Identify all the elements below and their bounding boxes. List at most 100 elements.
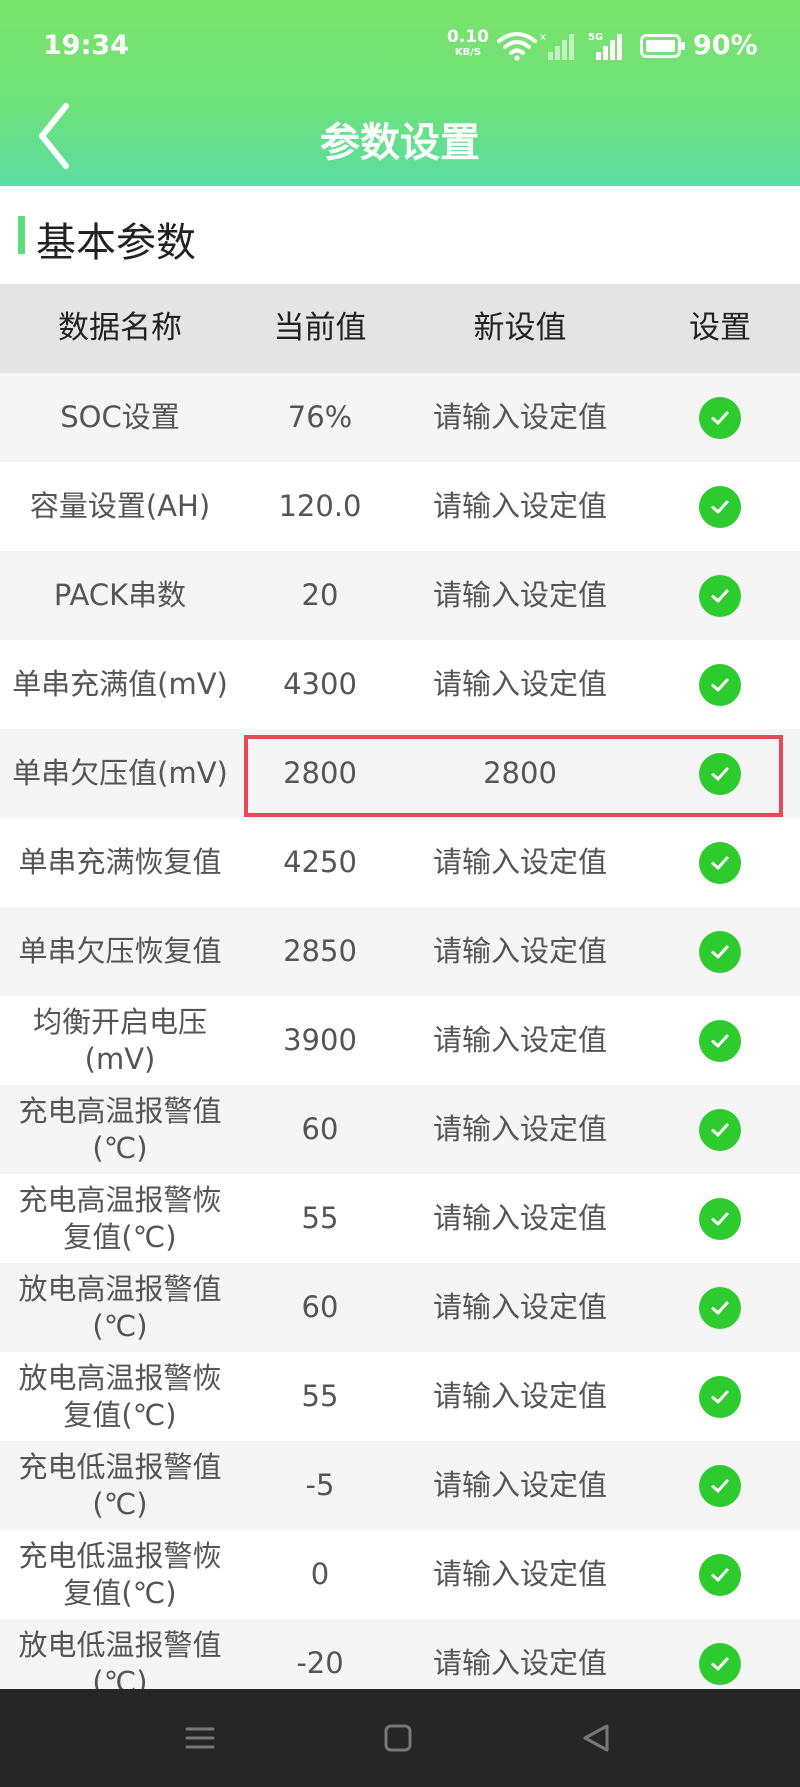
column-header-set: 设置 — [689, 310, 751, 346]
param-set-cell — [640, 1441, 800, 1530]
set-confirm-button[interactable] — [699, 663, 741, 706]
param-set-cell — [640, 1174, 800, 1263]
param-set-cell — [640, 462, 800, 551]
set-confirm-button[interactable] — [699, 1286, 741, 1329]
set-confirm-button[interactable] — [699, 485, 741, 528]
check-icon — [711, 1212, 729, 1225]
param-name: 放电高温报警恢复值(℃) — [18, 1360, 222, 1432]
table-row: 充电高温报警恢复值(℃) 55 请输入设定值 — [0, 1174, 800, 1263]
network-speed: 0.10 KB/S — [447, 27, 489, 60]
param-current-value: 3900 — [283, 1023, 357, 1057]
set-confirm-button[interactable] — [699, 752, 741, 795]
param-current-value: -5 — [305, 1468, 335, 1502]
param-new-value-input[interactable]: 请输入设定值 — [400, 373, 640, 462]
param-new-value-input[interactable]: 请输入设定值 — [400, 1441, 640, 1530]
table-row: 单串充满值(mV) 4300 请输入设定值 — [0, 640, 800, 729]
top-bar: 19:34 0.10 KB/S x 5G 90% 参数设置 — [0, 0, 800, 186]
param-set-cell — [640, 1085, 800, 1174]
param-new-value-placeholder: 请输入设定值 — [432, 1112, 607, 1146]
param-current-value: -20 — [296, 1646, 344, 1680]
param-new-value-input[interactable]: 请输入设定值 — [400, 462, 640, 551]
param-new-value-input[interactable]: 请输入设定值 — [400, 1085, 640, 1174]
table-row: 充电低温报警恢复值(℃) 0 请输入设定值 — [0, 1530, 800, 1619]
param-new-value-placeholder: 请输入设定值 — [432, 1557, 607, 1591]
set-confirm-button[interactable] — [699, 1375, 741, 1418]
param-current-value: 2850 — [283, 934, 357, 968]
table-row: 单串欠压值(mV) 2800 2800 — [0, 729, 800, 818]
app-header: 参数设置 — [0, 92, 800, 186]
param-new-value-placeholder: 请输入设定值 — [432, 489, 607, 523]
check-icon — [711, 500, 729, 513]
set-confirm-button[interactable] — [699, 1553, 741, 1596]
check-icon — [711, 589, 729, 602]
param-name: PACK串数 — [53, 578, 187, 612]
table-row: 充电高温报警值(℃) 60 请输入设定值 — [0, 1085, 800, 1174]
param-new-value-input[interactable]: 请输入设定值 — [400, 818, 640, 907]
param-current-value: 2800 — [283, 756, 357, 790]
param-new-value-input[interactable]: 请输入设定值 — [400, 1263, 640, 1352]
param-current-value: 76% — [287, 400, 353, 434]
check-icon — [711, 856, 729, 869]
param-set-cell — [640, 551, 800, 640]
param-new-value-input[interactable]: 请输入设定值 — [400, 1619, 640, 1689]
set-confirm-button[interactable] — [699, 930, 741, 973]
set-confirm-button[interactable] — [699, 1197, 741, 1240]
param-new-value-placeholder: 请输入设定值 — [432, 578, 607, 612]
network-speed-unit: KB/S — [454, 47, 482, 58]
back-triangle-icon[interactable] — [571, 1713, 621, 1763]
param-name: 单串欠压恢复值 — [18, 934, 222, 968]
param-new-value-input[interactable]: 2800 — [400, 729, 640, 818]
table-row: 充电低温报警值(℃) -5 请输入设定值 — [0, 1441, 800, 1530]
param-current-value: 60 — [301, 1112, 339, 1146]
check-icon — [711, 1657, 729, 1670]
param-current-value: 55 — [301, 1201, 339, 1235]
table-row: 放电高温报警恢复值(℃) 55 请输入设定值 — [0, 1352, 800, 1441]
param-new-value-placeholder: 请输入设定值 — [432, 1201, 607, 1235]
param-new-value-input[interactable]: 请输入设定值 — [400, 640, 640, 729]
system-nav-bar — [0, 1689, 800, 1787]
parameter-table: SOC设置 76% 请输入设定值 容量设置(AH) 120.0 请输入设定值 PACK串数 2… — [0, 373, 800, 1689]
param-set-cell — [640, 1530, 800, 1619]
home-square-icon[interactable] — [373, 1713, 423, 1763]
param-new-value-input[interactable]: 请输入设定值 — [400, 551, 640, 640]
column-header-new: 新设值 — [473, 310, 567, 346]
param-set-cell — [640, 907, 800, 996]
check-icon — [711, 1034, 729, 1047]
param-current-value: 55 — [301, 1379, 339, 1413]
set-confirm-button[interactable] — [699, 1108, 741, 1151]
param-new-value-input[interactable]: 请输入设定值 — [400, 1530, 640, 1619]
param-set-cell — [640, 996, 800, 1085]
check-icon — [711, 1123, 729, 1136]
param-name: 充电高温报警恢复值(℃) — [18, 1182, 222, 1254]
table-row: 容量设置(AH) 120.0 请输入设定值 — [0, 462, 800, 551]
param-new-value-placeholder: 请输入设定值 — [432, 1379, 607, 1413]
table-row: 放电高温报警值(℃) 60 请输入设定值 — [0, 1263, 800, 1352]
network-speed-value: 0.10 — [447, 27, 489, 47]
menu-icon[interactable] — [175, 1713, 225, 1763]
check-icon — [711, 1301, 729, 1314]
param-new-value-input[interactable]: 请输入设定值 — [400, 907, 640, 996]
param-name: 均衡开启电压(mV) — [32, 1004, 207, 1076]
set-confirm-button[interactable] — [699, 1019, 741, 1062]
param-name: 单串欠压值(mV) — [12, 756, 228, 790]
param-new-value-placeholder: 请输入设定值 — [432, 1468, 607, 1502]
param-new-value-placeholder: 请输入设定值 — [432, 845, 607, 879]
table-header: 数据名称 当前值 新设值 设置 — [0, 284, 800, 373]
set-confirm-button[interactable] — [699, 396, 741, 439]
param-current-value: 4300 — [283, 667, 357, 701]
set-confirm-button[interactable] — [699, 841, 741, 884]
set-confirm-button[interactable] — [699, 574, 741, 617]
param-new-value: 2800 — [483, 756, 557, 790]
param-new-value-input[interactable]: 请输入设定值 — [400, 1352, 640, 1441]
param-new-value-input[interactable]: 请输入设定值 — [400, 1174, 640, 1263]
param-new-value-input[interactable]: 请输入设定值 — [400, 996, 640, 1085]
param-name: 充电低温报警值(℃) — [18, 1449, 222, 1521]
param-set-cell — [640, 640, 800, 729]
param-set-cell — [640, 1352, 800, 1441]
check-icon — [711, 1479, 729, 1492]
param-set-cell — [640, 818, 800, 907]
set-confirm-button[interactable] — [699, 1642, 741, 1685]
param-current-value: 60 — [301, 1290, 339, 1324]
set-confirm-button[interactable] — [699, 1464, 741, 1507]
param-set-cell — [640, 729, 800, 818]
